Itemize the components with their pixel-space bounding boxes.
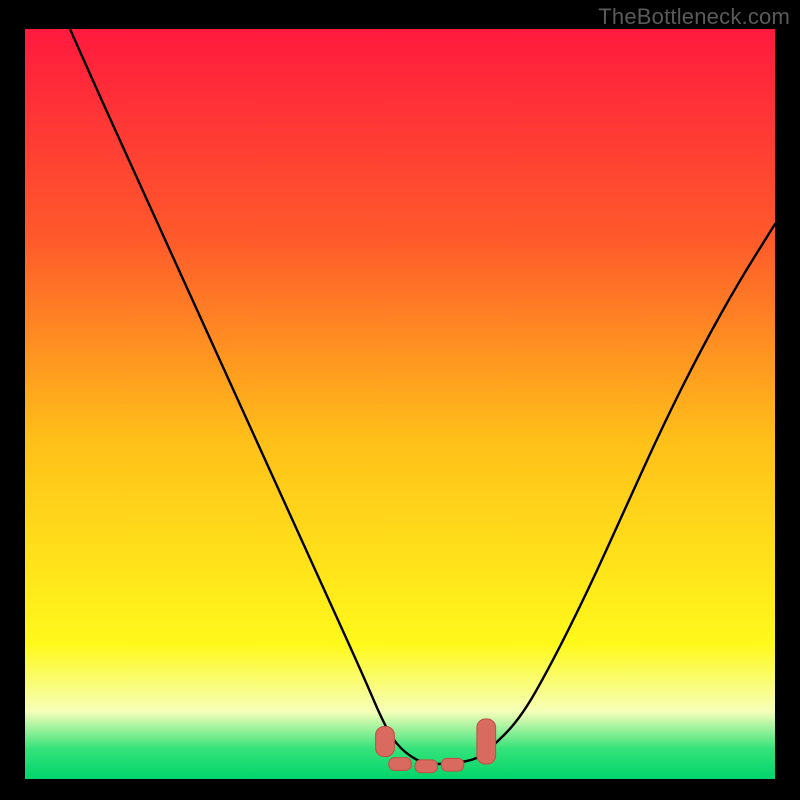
marker-left-cluster [376,727,395,757]
bottleneck-chart [25,29,775,779]
chart-frame: TheBottleneck.com [0,0,800,800]
watermark-text: TheBottleneck.com [598,4,790,30]
marker-bottom-dash-3 [441,758,464,771]
marker-right-cluster [477,719,496,764]
gradient-background [25,29,775,779]
plot-area [25,29,775,779]
marker-bottom-dash-2 [415,760,438,773]
marker-bottom-dash-1 [389,758,412,771]
